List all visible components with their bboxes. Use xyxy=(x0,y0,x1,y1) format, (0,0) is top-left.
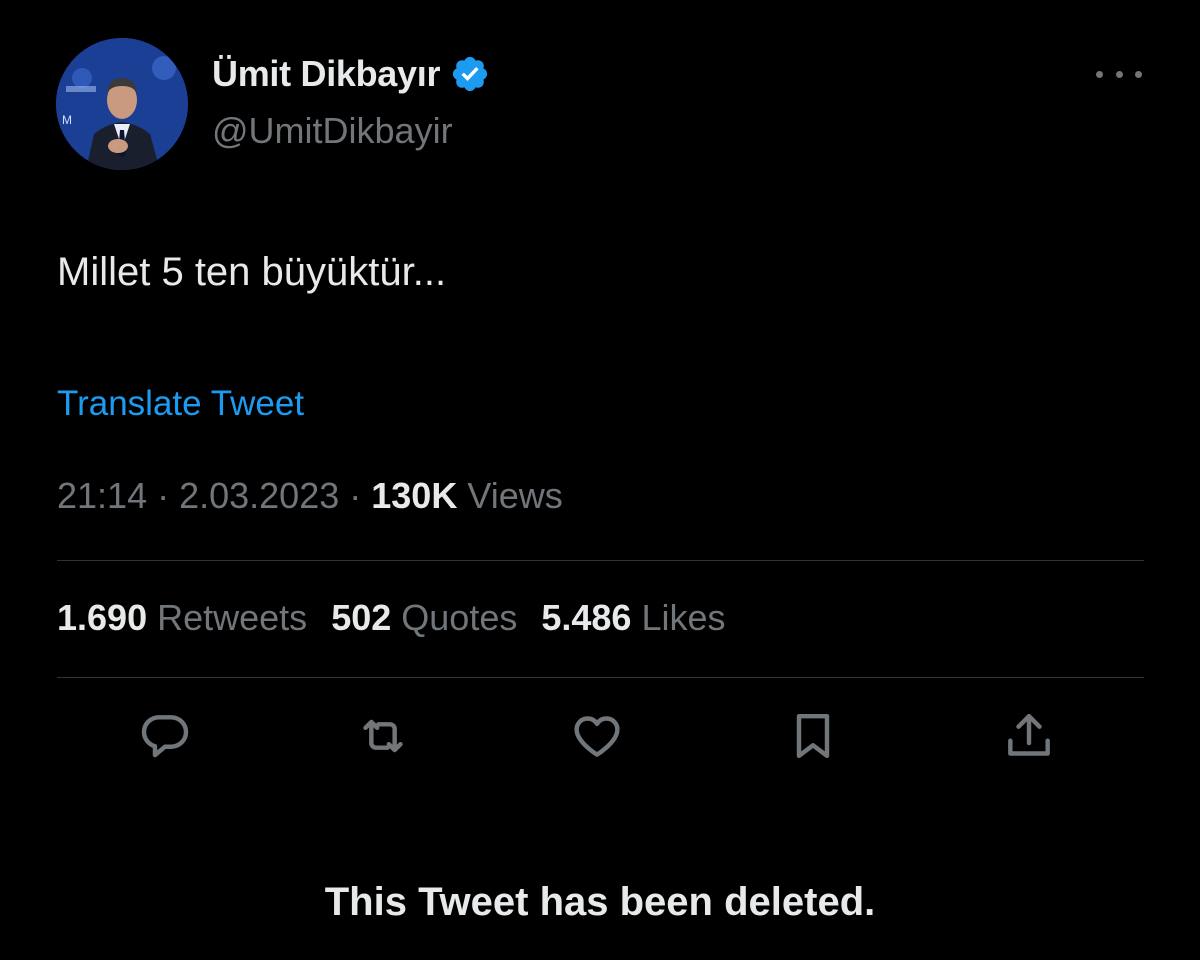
divider xyxy=(57,677,1144,678)
tweet-text: Millet 5 ten büyüktür... xyxy=(57,250,447,294)
bookmark-button[interactable] xyxy=(781,706,845,770)
views-count: 130K xyxy=(371,475,458,516)
action-bar xyxy=(0,706,1200,776)
translate-tweet-link[interactable]: Translate Tweet xyxy=(57,384,304,424)
avatar[interactable]: M xyxy=(56,38,188,170)
meta-separator: · xyxy=(339,475,372,516)
user-handle[interactable]: @UmitDikbayir xyxy=(212,110,453,152)
quotes-count: 502 xyxy=(331,597,392,638)
retweet-button[interactable] xyxy=(351,706,415,770)
heart-icon xyxy=(569,708,625,769)
tweet-time[interactable]: 21:14 xyxy=(57,475,147,516)
like-button[interactable] xyxy=(565,706,629,770)
quotes-label: Quotes xyxy=(401,597,518,638)
reply-icon xyxy=(137,708,193,769)
likes-label: Likes xyxy=(641,597,726,638)
reply-button[interactable] xyxy=(133,706,197,770)
likes-stat[interactable]: 5.486 Likes xyxy=(541,597,725,639)
retweets-count: 1.690 xyxy=(57,597,148,638)
tweet-meta: 21:14 · 2.03.2023 · 130K Views xyxy=(57,475,563,517)
likes-count: 5.486 xyxy=(541,597,632,638)
retweets-label: Retweets xyxy=(157,597,308,638)
meta-separator: · xyxy=(147,475,180,516)
profile-photo-icon: M xyxy=(56,38,188,170)
verified-badge-icon xyxy=(450,54,490,94)
share-button[interactable] xyxy=(997,706,1061,770)
more-options-icon[interactable] xyxy=(1096,62,1142,86)
divider xyxy=(57,560,1144,561)
tweet-date[interactable]: 2.03.2023 xyxy=(179,475,339,516)
views-label: Views xyxy=(467,475,563,516)
share-icon xyxy=(1001,708,1057,769)
name-row: Ümit Dikbayır xyxy=(212,52,490,96)
display-name[interactable]: Ümit Dikbayır xyxy=(212,53,440,95)
quotes-stat[interactable]: 502 Quotes xyxy=(331,597,517,639)
retweet-icon xyxy=(355,708,411,769)
svg-text:M: M xyxy=(62,113,72,127)
tweet-detail: M Ümit Dikbayır @UmitDikbayir Millet 5 t… xyxy=(0,0,1200,960)
bookmark-icon xyxy=(785,708,841,769)
retweets-stat[interactable]: 1.690 Retweets xyxy=(57,597,307,639)
deleted-notice: This Tweet has been deleted. xyxy=(324,880,876,924)
engagement-stats: 1.690 Retweets 502 Quotes 5.486 Likes xyxy=(57,597,750,639)
